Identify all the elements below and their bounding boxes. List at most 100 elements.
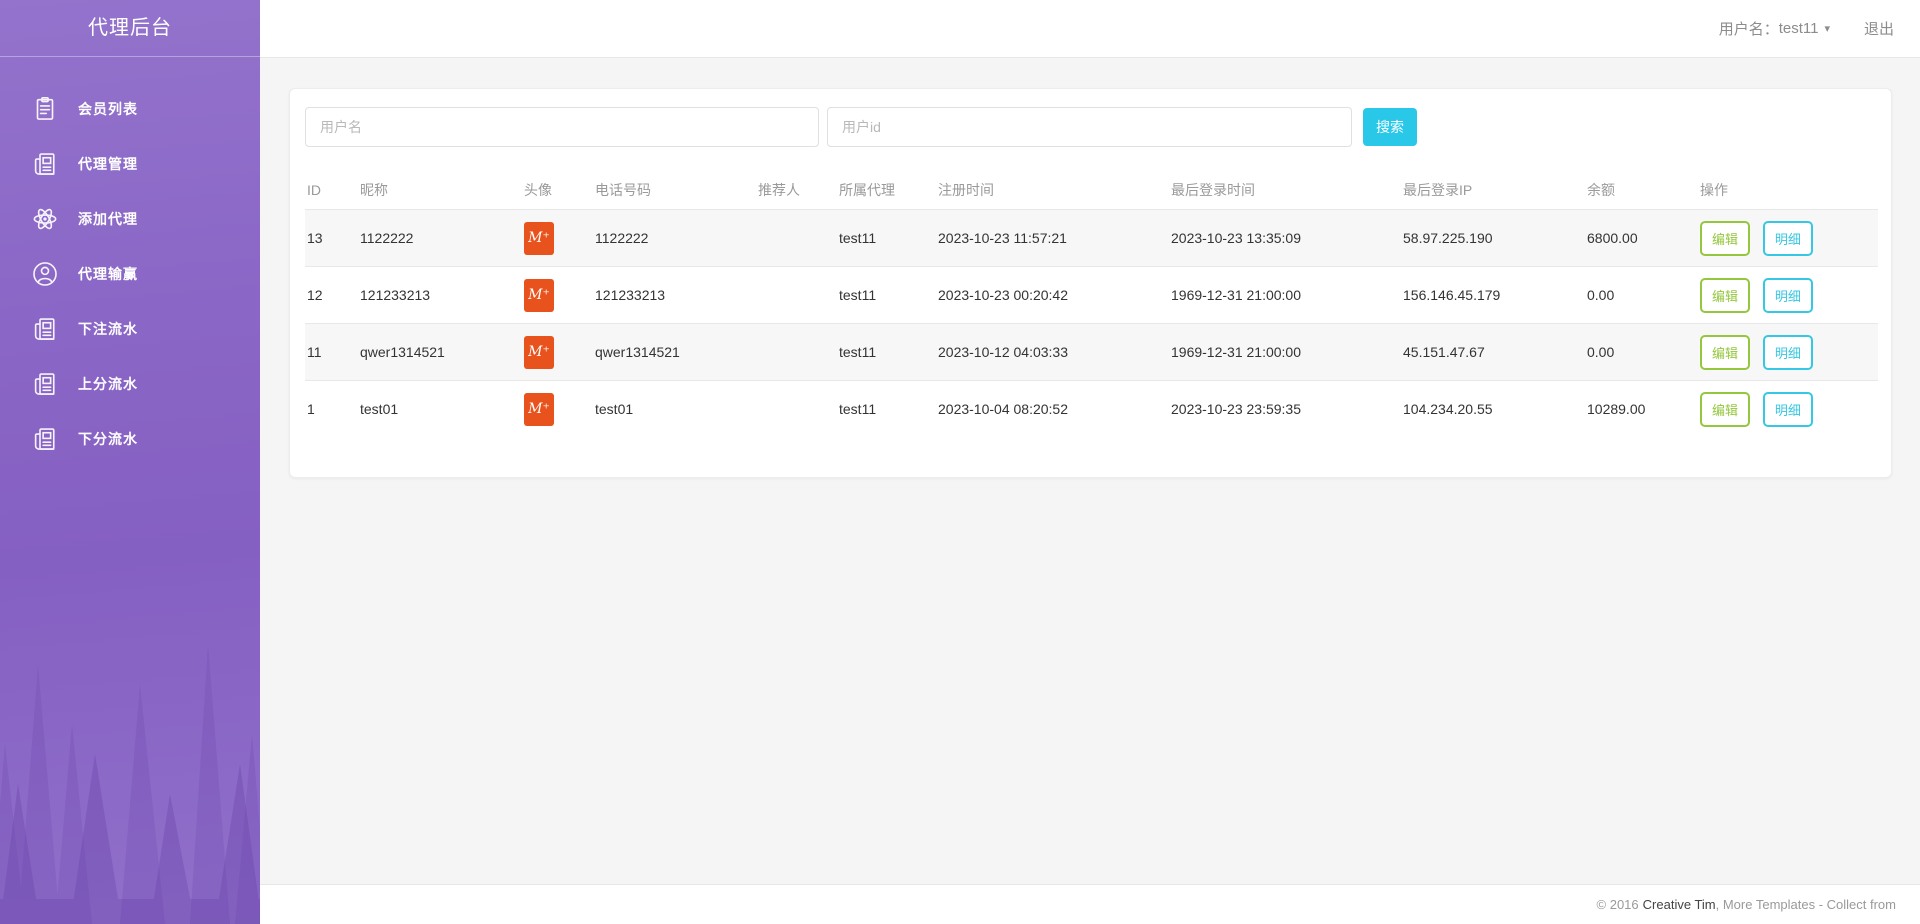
table-row: 1 test01 M⁺ test01 test11 2023-10-04 08:… (305, 381, 1878, 438)
avatar: M⁺ (524, 279, 554, 312)
detail-button[interactable]: 明细 (1763, 221, 1813, 256)
cell-balance: 6800.00 (1585, 210, 1698, 267)
cell-balance: 10289.00 (1585, 381, 1698, 438)
username-label: 用户名： (1719, 18, 1779, 39)
cell-balance: 0.00 (1585, 324, 1698, 381)
cell-agent: test11 (837, 324, 936, 381)
cell-reg-time: 2023-10-04 08:20:52 (936, 381, 1169, 438)
cell-nickname: 1122222 (358, 210, 522, 267)
table-row: 13 1122222 M⁺ 1122222 test11 2023-10-23 … (305, 210, 1878, 267)
cell-reg-time: 2023-10-12 04:03:33 (936, 324, 1169, 381)
detail-button[interactable]: 明细 (1763, 392, 1813, 427)
avatar: M⁺ (524, 336, 554, 369)
sidebar-item-add-agent[interactable]: 添加代理 (0, 191, 260, 246)
sidebar-item-deposit-records[interactable]: 上分流水 (0, 356, 260, 411)
user-circle-icon (30, 259, 60, 289)
sidebar-item-label: 添加代理 (78, 209, 138, 229)
table-header-row: ID 昵称 头像 电话号码 推荐人 所属代理 注册时间 最后登录时间 最后登录I… (305, 172, 1878, 210)
cell-last-login-ip: 156.146.45.179 (1401, 267, 1585, 324)
table-row: 11 qwer1314521 M⁺ qwer1314521 test11 202… (305, 324, 1878, 381)
creative-tim-link[interactable]: Creative Tim (1643, 897, 1716, 912)
cell-id: 1 (305, 381, 358, 438)
footer: © 2016 Creative Tim , More Templates - C… (260, 884, 1920, 924)
sidebar-item-agent-winloss[interactable]: 代理输赢 (0, 246, 260, 301)
cell-phone: test01 (593, 381, 756, 438)
atom-icon (30, 204, 60, 234)
sidebar-nav: 会员列表 代理管理 (0, 57, 260, 466)
cell-agent: test11 (837, 210, 936, 267)
detail-button[interactable]: 明细 (1763, 278, 1813, 313)
table-row: 12 121233213 M⁺ 121233213 test11 2023-10… (305, 267, 1878, 324)
sidebar-item-label: 代理输赢 (78, 264, 138, 284)
username-value: test11 (1779, 20, 1819, 37)
username-input[interactable] (305, 107, 819, 147)
col-header-last-login-ip: 最后登录IP (1401, 172, 1585, 210)
col-header-id: ID (305, 172, 358, 210)
cell-agent: test11 (837, 267, 936, 324)
edit-button[interactable]: 编辑 (1700, 335, 1750, 370)
cell-last-login-time: 1969-12-31 21:00:00 (1169, 324, 1401, 381)
cell-phone: qwer1314521 (593, 324, 756, 381)
cell-referrer (756, 324, 837, 381)
logout-button[interactable]: 退出 (1864, 18, 1894, 39)
cell-reg-time: 2023-10-23 11:57:21 (936, 210, 1169, 267)
col-header-last-login-time: 最后登录时间 (1169, 172, 1401, 210)
clipboard-icon (30, 94, 60, 124)
userid-input[interactable] (827, 107, 1352, 147)
cell-referrer (756, 210, 837, 267)
avatar: M⁺ (524, 222, 554, 255)
cell-nickname: test01 (358, 381, 522, 438)
search-bar: 搜索 (305, 107, 1876, 147)
cell-last-login-ip: 104.234.20.55 (1401, 381, 1585, 438)
cell-last-login-time: 2023-10-23 13:35:09 (1169, 210, 1401, 267)
cell-id: 11 (305, 324, 358, 381)
cell-phone: 1122222 (593, 210, 756, 267)
edit-button[interactable]: 编辑 (1700, 278, 1750, 313)
detail-button[interactable]: 明细 (1763, 335, 1813, 370)
cell-nickname: 121233213 (358, 267, 522, 324)
main-content: 搜索 ID 昵称 头像 电话号码 推荐人 所属代理 注册时间 最后登录时间 最后… (260, 58, 1920, 884)
cell-last-login-time: 2023-10-23 23:59:35 (1169, 381, 1401, 438)
cell-reg-time: 2023-10-23 00:20:42 (936, 267, 1169, 324)
copyright-text: © 2016 (1597, 897, 1639, 912)
newspaper-icon (30, 369, 60, 399)
col-header-reg-time: 注册时间 (936, 172, 1169, 210)
newspaper-icon (30, 424, 60, 454)
member-list-card: 搜索 ID 昵称 头像 电话号码 推荐人 所属代理 注册时间 最后登录时间 最后… (289, 88, 1892, 478)
cell-last-login-time: 1969-12-31 21:00:00 (1169, 267, 1401, 324)
cell-referrer (756, 381, 837, 438)
col-header-avatar: 头像 (522, 172, 593, 210)
col-header-referrer: 推荐人 (756, 172, 837, 210)
sidebar-item-agent-management[interactable]: 代理管理 (0, 136, 260, 191)
col-header-phone: 电话号码 (593, 172, 756, 210)
search-button[interactable]: 搜索 (1363, 108, 1417, 146)
app-title: 代理后台 (0, 0, 260, 57)
sidebar-item-label: 代理管理 (78, 154, 138, 174)
col-header-nickname: 昵称 (358, 172, 522, 210)
sidebar: 代理后台 会员列表 (0, 0, 260, 924)
footer-rest-text: , More Templates - Collect from (1716, 897, 1896, 912)
col-header-balance: 余额 (1585, 172, 1698, 210)
cell-id: 13 (305, 210, 358, 267)
cell-agent: test11 (837, 381, 936, 438)
sidebar-item-label: 下分流水 (78, 429, 138, 449)
sidebar-item-withdraw-records[interactable]: 下分流水 (0, 411, 260, 466)
sidebar-item-label: 上分流水 (78, 374, 138, 394)
edit-button[interactable]: 编辑 (1700, 392, 1750, 427)
cell-referrer (756, 267, 837, 324)
members-table: ID 昵称 头像 电话号码 推荐人 所属代理 注册时间 最后登录时间 最后登录I… (305, 172, 1878, 438)
newspaper-icon (30, 149, 60, 179)
newspaper-icon (30, 314, 60, 344)
cell-last-login-ip: 58.97.225.190 (1401, 210, 1585, 267)
cell-last-login-ip: 45.151.47.67 (1401, 324, 1585, 381)
edit-button[interactable]: 编辑 (1700, 221, 1750, 256)
user-dropdown[interactable]: 用户名： test11 ▾ (1719, 18, 1830, 39)
sidebar-item-member-list[interactable]: 会员列表 (0, 81, 260, 136)
sidebar-item-label: 会员列表 (78, 99, 138, 119)
top-bar: 用户名： test11 ▾ 退出 (260, 0, 1920, 58)
sidebar-item-bet-records[interactable]: 下注流水 (0, 301, 260, 356)
avatar: M⁺ (524, 393, 554, 426)
col-header-agent: 所属代理 (837, 172, 936, 210)
cell-balance: 0.00 (1585, 267, 1698, 324)
sidebar-item-label: 下注流水 (78, 319, 138, 339)
